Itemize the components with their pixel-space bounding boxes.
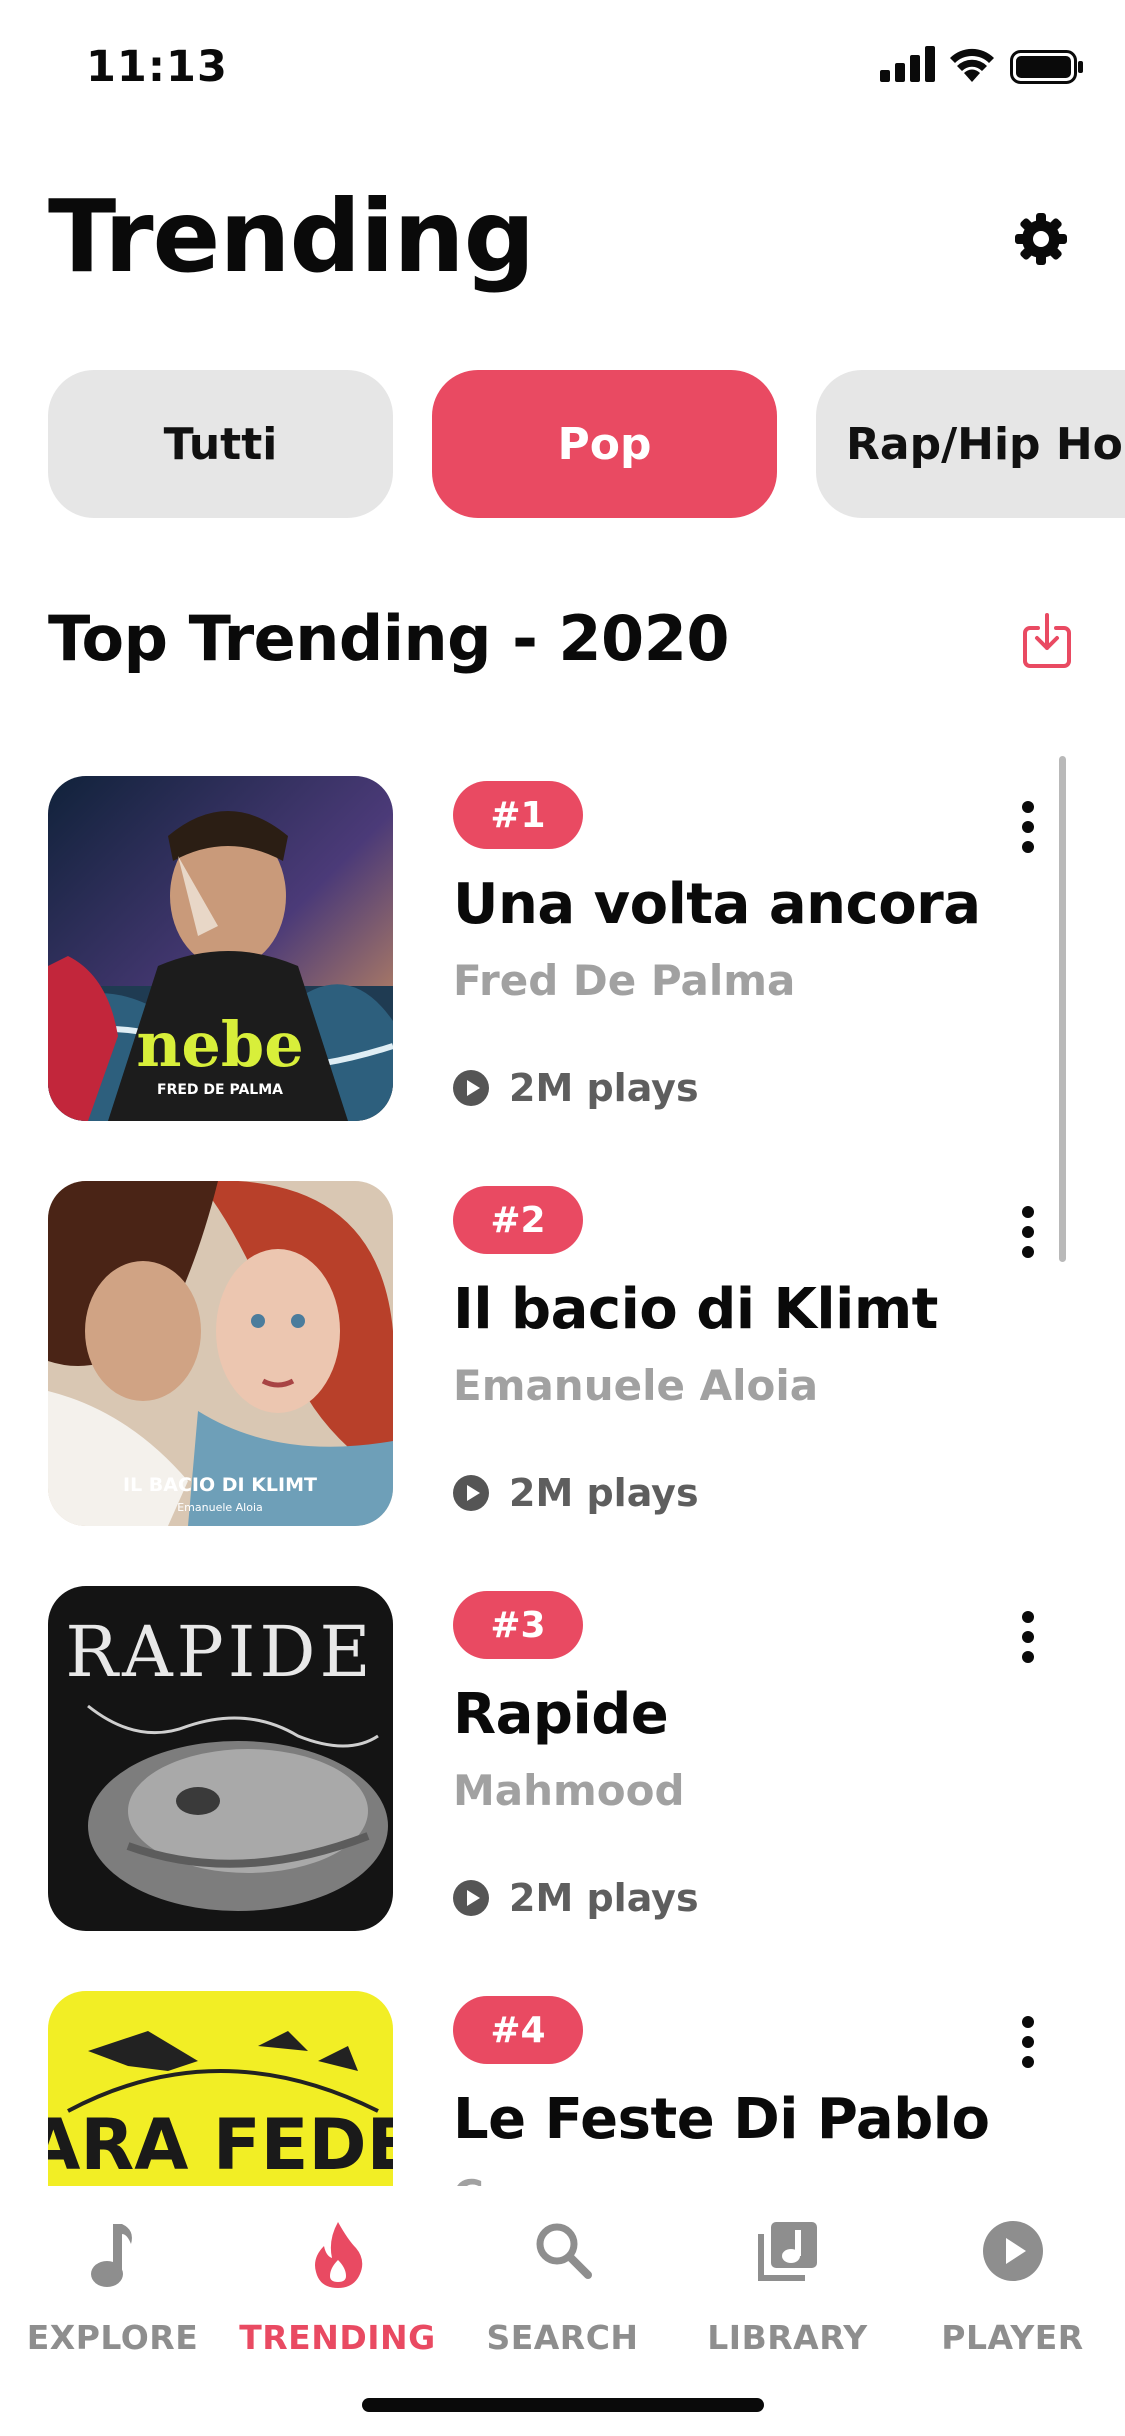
cover-subtitle: Emanuele Aloia [177, 1501, 263, 1514]
chip-tutti[interactable]: Tutti [48, 370, 393, 518]
plays-text: 2M plays [509, 1471, 699, 1515]
track-row[interactable]: CARA FEDEZ #4 Le Feste Di Pablo Cara [0, 1991, 1125, 2186]
flame-icon [314, 2222, 362, 2288]
track-row[interactable]: RAPIDE #3 Rapide Mahmood 2M plays [0, 1586, 1125, 1931]
gear-icon[interactable] [1015, 213, 1067, 265]
signal-icon [880, 46, 935, 82]
tab-label: TRENDING [239, 2318, 436, 2357]
album-cover: CARA FEDEZ [48, 1991, 393, 2186]
track-title: Le Feste Di Pablo [453, 2087, 990, 2152]
library-icon [757, 2222, 817, 2281]
home-indicator [362, 2398, 764, 2412]
rank-badge: #4 [453, 1996, 583, 2064]
track-artist: Cara [453, 2171, 561, 2186]
cover-title: CARA FEDEZ [48, 2104, 393, 2186]
plays-count: 2M plays [453, 1066, 699, 1110]
tab-label: SEARCH [486, 2318, 639, 2357]
cover-subtitle: FRED DE PALMA [157, 1082, 283, 1098]
tab-label: LIBRARY [707, 2318, 868, 2357]
search-icon [536, 2223, 592, 2279]
plays-count: 2M plays [453, 1471, 699, 1515]
cover-title: RAPIDE [65, 1611, 374, 1693]
chip-pop[interactable]: Pop [432, 370, 777, 518]
status-bar: 11:13 [0, 0, 1125, 140]
chip-rap-hip-hop[interactable]: Rap/Hip Hop [816, 370, 1125, 518]
cover-title: IL BACIO DI KLIMT [123, 1474, 317, 1496]
wifi-icon [950, 48, 994, 82]
tab-explore[interactable]: EXPLORE [0, 2206, 225, 2366]
play-circle-icon [982, 2221, 1043, 2281]
album-cover: IL BACIO DI KLIMT Emanuele Aloia [48, 1181, 393, 1526]
page-title: Trending [48, 178, 535, 295]
more-options-icon[interactable] [1014, 799, 1042, 855]
more-options-icon[interactable] [1014, 1204, 1042, 1260]
music-note-icon [90, 2224, 132, 2287]
tab-player[interactable]: PLAYER [900, 2206, 1125, 2366]
album-cover: RAPIDE [48, 1586, 393, 1931]
play-icon [453, 1070, 489, 1106]
more-options-icon[interactable] [1014, 1609, 1042, 1665]
tab-label: PLAYER [941, 2318, 1084, 2357]
section-title: Top Trending - 2020 [48, 602, 729, 675]
track-row[interactable]: IL BACIO DI KLIMT Emanuele Aloia #2 Il b… [0, 1181, 1125, 1526]
tab-search[interactable]: SEARCH [450, 2206, 675, 2366]
track-artist: Mahmood [453, 1766, 685, 1815]
tab-library[interactable]: LIBRARY [675, 2206, 900, 2366]
album-cover: nebe FRED DE PALMA [48, 776, 393, 1121]
track-row[interactable]: nebe FRED DE PALMA #1 Una volta ancora F… [0, 776, 1125, 1121]
rank-badge: #2 [453, 1186, 583, 1254]
track-list: nebe FRED DE PALMA #1 Una volta ancora F… [0, 776, 1125, 2186]
cover-title: nebe [136, 1008, 303, 1081]
download-icon[interactable] [1022, 612, 1072, 668]
track-title: Rapide [453, 1682, 669, 1747]
plays-text: 2M plays [509, 1066, 699, 1110]
track-title: Una volta ancora [453, 872, 981, 937]
tab-label: EXPLORE [26, 2318, 199, 2357]
play-icon [453, 1475, 489, 1511]
track-artist: Fred De Palma [453, 956, 796, 1005]
rank-badge: #3 [453, 1591, 583, 1659]
battery-icon [1010, 50, 1083, 84]
plays-count: 2M plays [453, 1876, 699, 1920]
play-icon [453, 1880, 489, 1916]
tab-trending[interactable]: TRENDING [225, 2206, 450, 2366]
plays-text: 2M plays [509, 1876, 699, 1920]
rank-badge: #1 [453, 781, 583, 849]
status-time: 11:13 [86, 42, 228, 92]
track-artist: Emanuele Aloia [453, 1361, 819, 1410]
track-title: Il bacio di Klimt [453, 1277, 938, 1342]
more-options-icon[interactable] [1014, 2014, 1042, 2070]
